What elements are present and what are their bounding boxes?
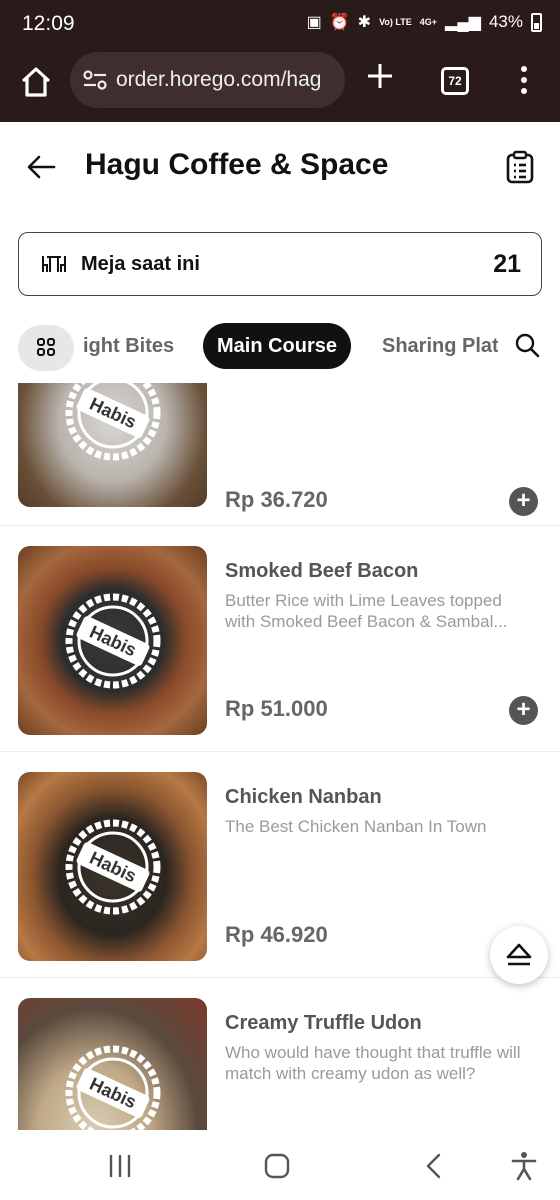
- category-grid-button[interactable]: [18, 325, 74, 371]
- eject-icon: [506, 943, 532, 966]
- add-icon[interactable]: +: [509, 487, 538, 516]
- plus-icon: [368, 64, 392, 88]
- sold-out-stamp: Habis: [65, 383, 161, 461]
- signal-icon: ▂▄▆: [445, 14, 481, 31]
- clipboard-icon[interactable]: [505, 150, 535, 184]
- stamp-label: Habis: [87, 622, 140, 661]
- item-price: Rp 46.920: [225, 922, 328, 947]
- table-icon: [41, 254, 67, 274]
- tabs-button[interactable]: 72: [441, 67, 469, 95]
- item-image: Habis: [18, 546, 207, 735]
- menu-item[interactable]: Habis Chicken Nanban The Best Chicken Na…: [0, 752, 560, 978]
- tab-sharing-platter[interactable]: Sharing Plat: [382, 335, 498, 358]
- item-image: Habis: [18, 772, 207, 961]
- new-tab-button[interactable]: [366, 60, 394, 96]
- menu-item[interactable]: Habis Smoked Beef Bacon Butter Rice with…: [0, 526, 560, 752]
- stamp-label: Habis: [87, 848, 140, 887]
- item-price: Rp 36.720: [225, 487, 328, 512]
- tab-main-course[interactable]: Main Course: [203, 323, 352, 369]
- bluetooth-icon: ✱: [357, 14, 372, 31]
- add-icon[interactable]: +: [509, 696, 538, 725]
- address-bar[interactable]: order.horego.com/hag: [70, 52, 345, 108]
- back-arrow-icon[interactable]: [24, 150, 58, 184]
- item-name: Chicken Nanban: [225, 786, 382, 808]
- home-icon[interactable]: [18, 64, 54, 100]
- tab-light-bites[interactable]: ight Bites: [83, 335, 174, 358]
- back-nav-icon[interactable]: [418, 1150, 450, 1182]
- menu-list: Habis Rp 36.720 + Habis Smoked Beef Baco…: [0, 383, 560, 1130]
- sold-out-stamp: Habis: [65, 593, 161, 689]
- recents-icon[interactable]: [104, 1150, 136, 1182]
- tune-icon[interactable]: [82, 69, 108, 96]
- home-nav-icon[interactable]: [261, 1150, 293, 1182]
- alarm-icon: ⏰: [329, 14, 350, 31]
- item-description: The Best Chicken Nanban In Town: [225, 817, 487, 836]
- more-vert-icon[interactable]: [514, 66, 534, 96]
- item-image: Habis: [18, 998, 207, 1130]
- grid-icon: [37, 338, 55, 356]
- item-name: Creamy Truffle Udon: [225, 1012, 422, 1034]
- item-description: Who would have thought that truffle will…: [225, 1043, 521, 1083]
- category-tabs: ight Bites Main Course Sharing Plat: [0, 320, 560, 376]
- volte-icon: Vo) LTE: [379, 17, 412, 27]
- stamp-label: Habis: [87, 394, 140, 433]
- page-title: Hagu Coffee & Space: [85, 148, 389, 181]
- network-type: 4G+: [419, 17, 438, 27]
- item-description: Butter Rice with Lime Leaves topped with…: [225, 591, 508, 631]
- menu-item[interactable]: Habis Creamy Truffle Udon Who would have…: [0, 978, 560, 1130]
- status-bar: 12:09 ▣ ⏰ ✱ Vo) LTE 4G+ ▂▄▆ 43%: [0, 0, 560, 50]
- status-time: 12:09: [22, 12, 75, 35]
- current-table-card[interactable]: Meja saat ini 21: [18, 232, 542, 296]
- sold-out-stamp: Habis: [65, 1045, 161, 1130]
- item-price: Rp 51.000: [225, 696, 328, 721]
- browser-toolbar: order.horego.com/hag 72: [0, 50, 560, 122]
- scroll-to-top-button[interactable]: [490, 926, 548, 984]
- menu-item[interactable]: Habis Rp 36.720 +: [0, 383, 560, 526]
- battery-icon: [531, 12, 542, 32]
- battery-percent: 43%: [488, 12, 523, 31]
- status-icons: ▣ ⏰ ✱ Vo) LTE 4G+ ▂▄▆ 43%: [307, 12, 542, 32]
- sold-out-stamp: Habis: [65, 819, 161, 915]
- stamp-label: Habis: [87, 1074, 140, 1113]
- item-name: Smoked Beef Bacon: [225, 560, 419, 582]
- table-label: Meja saat ini: [81, 253, 200, 275]
- url-text[interactable]: order.horego.com/hag: [116, 68, 336, 92]
- item-image: Habis: [18, 383, 207, 507]
- table-number: 21: [493, 250, 521, 278]
- system-nav-bar: [0, 1130, 560, 1200]
- accessibility-icon[interactable]: [508, 1150, 540, 1182]
- notification-icon: ▣: [306, 14, 322, 31]
- search-icon[interactable]: [514, 332, 540, 358]
